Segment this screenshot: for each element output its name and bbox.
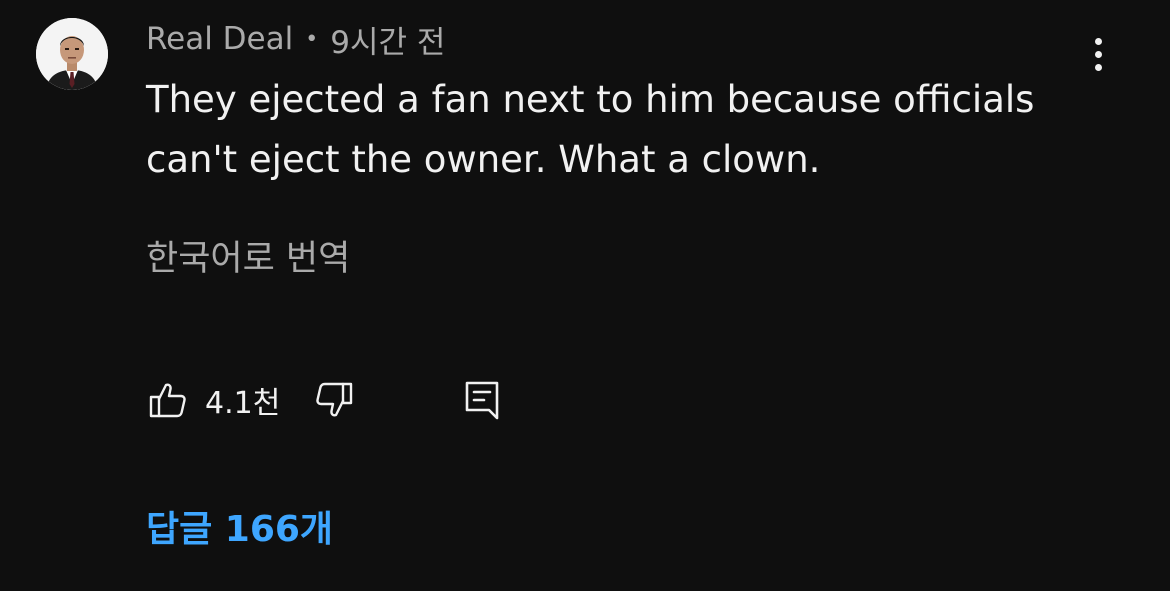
dislike-button[interactable] — [312, 378, 356, 422]
more-vert-icon — [1094, 37, 1102, 45]
comment-thread: Real Deal • 9시간 전 They ejected a fan nex… — [0, 0, 1170, 591]
comment-meta: Real Deal • 9시간 전 — [146, 17, 445, 62]
comment-actions: 4.1천 — [146, 376, 504, 424]
like-button[interactable] — [146, 378, 190, 422]
view-replies-button[interactable]: 답글 166개 — [146, 500, 333, 552]
reply-button[interactable] — [460, 378, 504, 422]
author-name[interactable]: Real Deal — [146, 21, 293, 57]
comment-icon — [466, 381, 499, 420]
avatar[interactable] — [36, 18, 108, 90]
comment-timestamp[interactable]: 9시간 전 — [330, 17, 445, 62]
translate-link[interactable]: 한국어로 번역 — [146, 230, 350, 281]
meta-separator: • — [305, 26, 319, 52]
avatar-image — [36, 18, 108, 90]
thumb-up-icon — [149, 383, 186, 418]
like-count: 4.1천 — [205, 386, 281, 421]
comment-text: They ejected a fan next to him because o… — [146, 78, 1035, 181]
thumb-down-icon — [316, 382, 353, 417]
more-vert-icon-dot — [1094, 50, 1102, 58]
